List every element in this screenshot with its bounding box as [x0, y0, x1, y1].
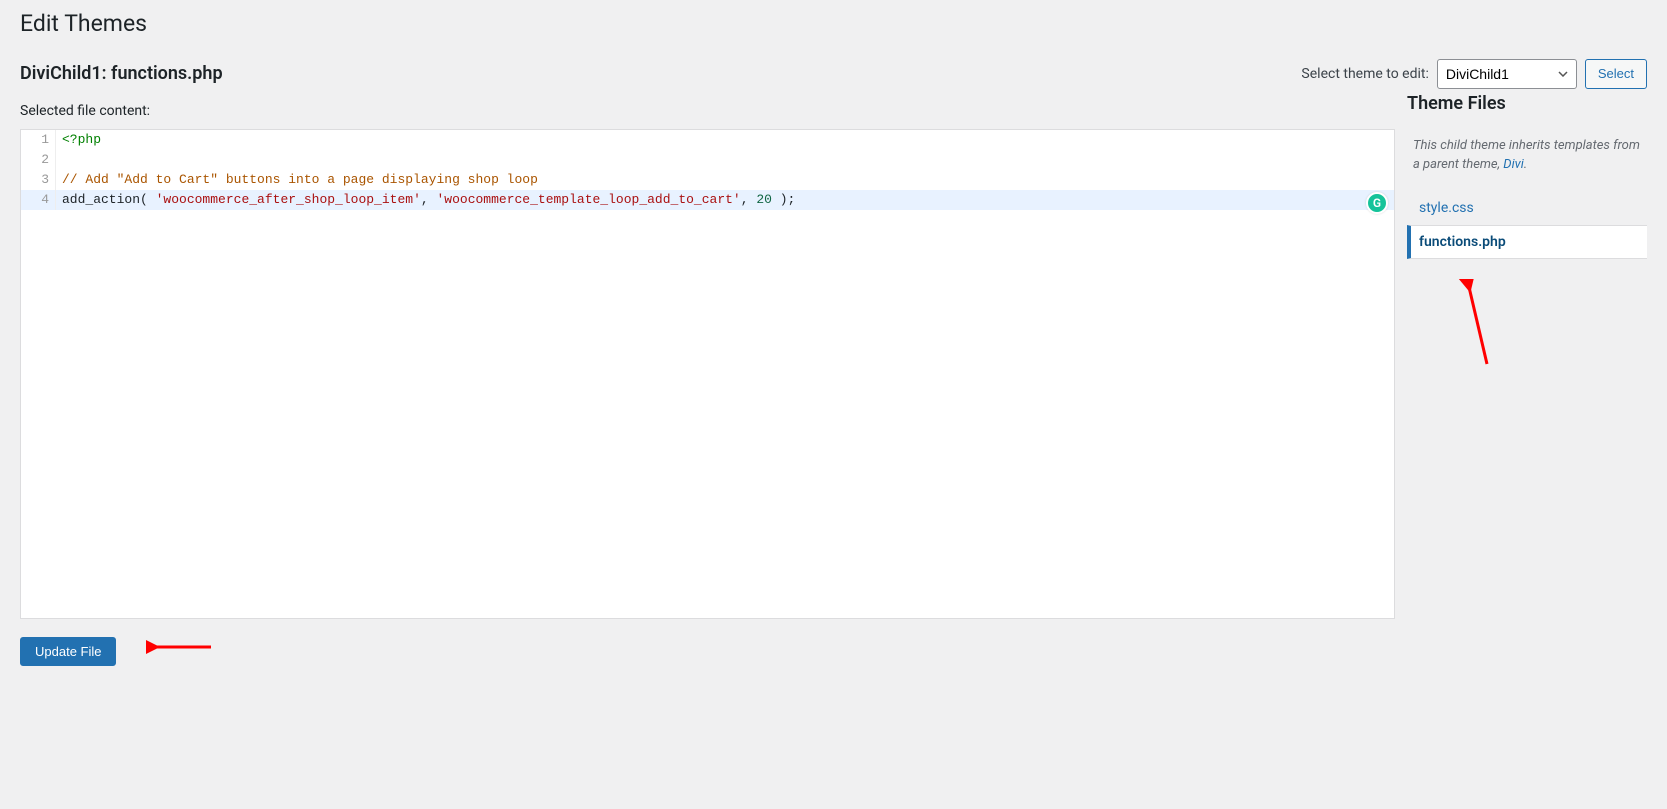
annotation-arrow-icon [1457, 279, 1497, 369]
comment-token: // Add "Add to Cart" buttons into a page… [62, 172, 538, 187]
line-content[interactable]: <?php [56, 130, 101, 150]
grammarly-icon[interactable]: G [1366, 192, 1388, 214]
string-token: 'woocommerce_template_loop_add_to_cart' [436, 192, 740, 207]
inherit-note-suffix: . [1524, 157, 1527, 172]
code-line: 2 [21, 150, 1394, 170]
theme-select-group: Select theme to edit: DiviChild1 Select [1301, 59, 1647, 89]
file-list: style.css functions.php [1407, 191, 1647, 259]
update-file-button[interactable]: Update File [20, 637, 116, 666]
header-row: DiviChild1: functions.php Select theme t… [20, 59, 1647, 89]
line-content[interactable]: add_action( 'woocommerce_after_shop_loop… [56, 190, 795, 210]
code-editor[interactable]: 1 <?php 2 3 // Add "Add to Cart" buttons… [20, 129, 1395, 619]
theme-files-heading: Theme Files [1407, 93, 1647, 114]
line-number: 3 [21, 170, 56, 190]
selected-file-content-label: Selected file content: [20, 103, 1647, 119]
line-number: 4 [21, 190, 56, 210]
annotation-arrow-icon [146, 633, 216, 661]
php-open-tag: <?php [62, 132, 101, 147]
number-token: 20 [756, 192, 772, 207]
code-line-active: 4 add_action( 'woocommerce_after_shop_lo… [21, 190, 1394, 210]
select-button[interactable]: Select [1585, 59, 1647, 89]
main-layout: 1 <?php 2 3 // Add "Add to Cart" buttons… [20, 129, 1647, 666]
theme-files-sidebar: Theme Files This child theme inherits te… [1407, 129, 1647, 666]
string-token: 'woocommerce_after_shop_loop_item' [156, 192, 421, 207]
line-content[interactable]: // Add "Add to Cart" buttons into a page… [56, 170, 538, 190]
punct-token: , [421, 192, 437, 207]
theme-select-label: Select theme to edit: [1301, 66, 1428, 82]
file-item-functions-php[interactable]: functions.php [1407, 225, 1647, 259]
theme-select[interactable]: DiviChild1 [1437, 59, 1577, 89]
line-number: 1 [21, 130, 56, 150]
function-token: add_action [62, 192, 140, 207]
file-editor-heading: DiviChild1: functions.php [20, 63, 223, 84]
code-line: 1 <?php [21, 130, 1394, 150]
code-area[interactable]: 1 <?php 2 3 // Add "Add to Cart" buttons… [21, 130, 1394, 210]
punct-token: ); [772, 192, 795, 207]
punct-token: , [741, 192, 757, 207]
parent-theme-link[interactable]: Divi [1503, 157, 1524, 172]
inherit-note: This child theme inherits templates from… [1407, 128, 1647, 191]
line-number: 2 [21, 150, 56, 170]
line-content[interactable] [56, 150, 62, 170]
page-title: Edit Themes [20, 0, 1647, 59]
code-line: 3 // Add "Add to Cart" buttons into a pa… [21, 170, 1394, 190]
punct-token: ( [140, 192, 156, 207]
file-item-style-css[interactable]: style.css [1407, 191, 1647, 225]
editor-column: 1 <?php 2 3 // Add "Add to Cart" buttons… [20, 129, 1395, 666]
